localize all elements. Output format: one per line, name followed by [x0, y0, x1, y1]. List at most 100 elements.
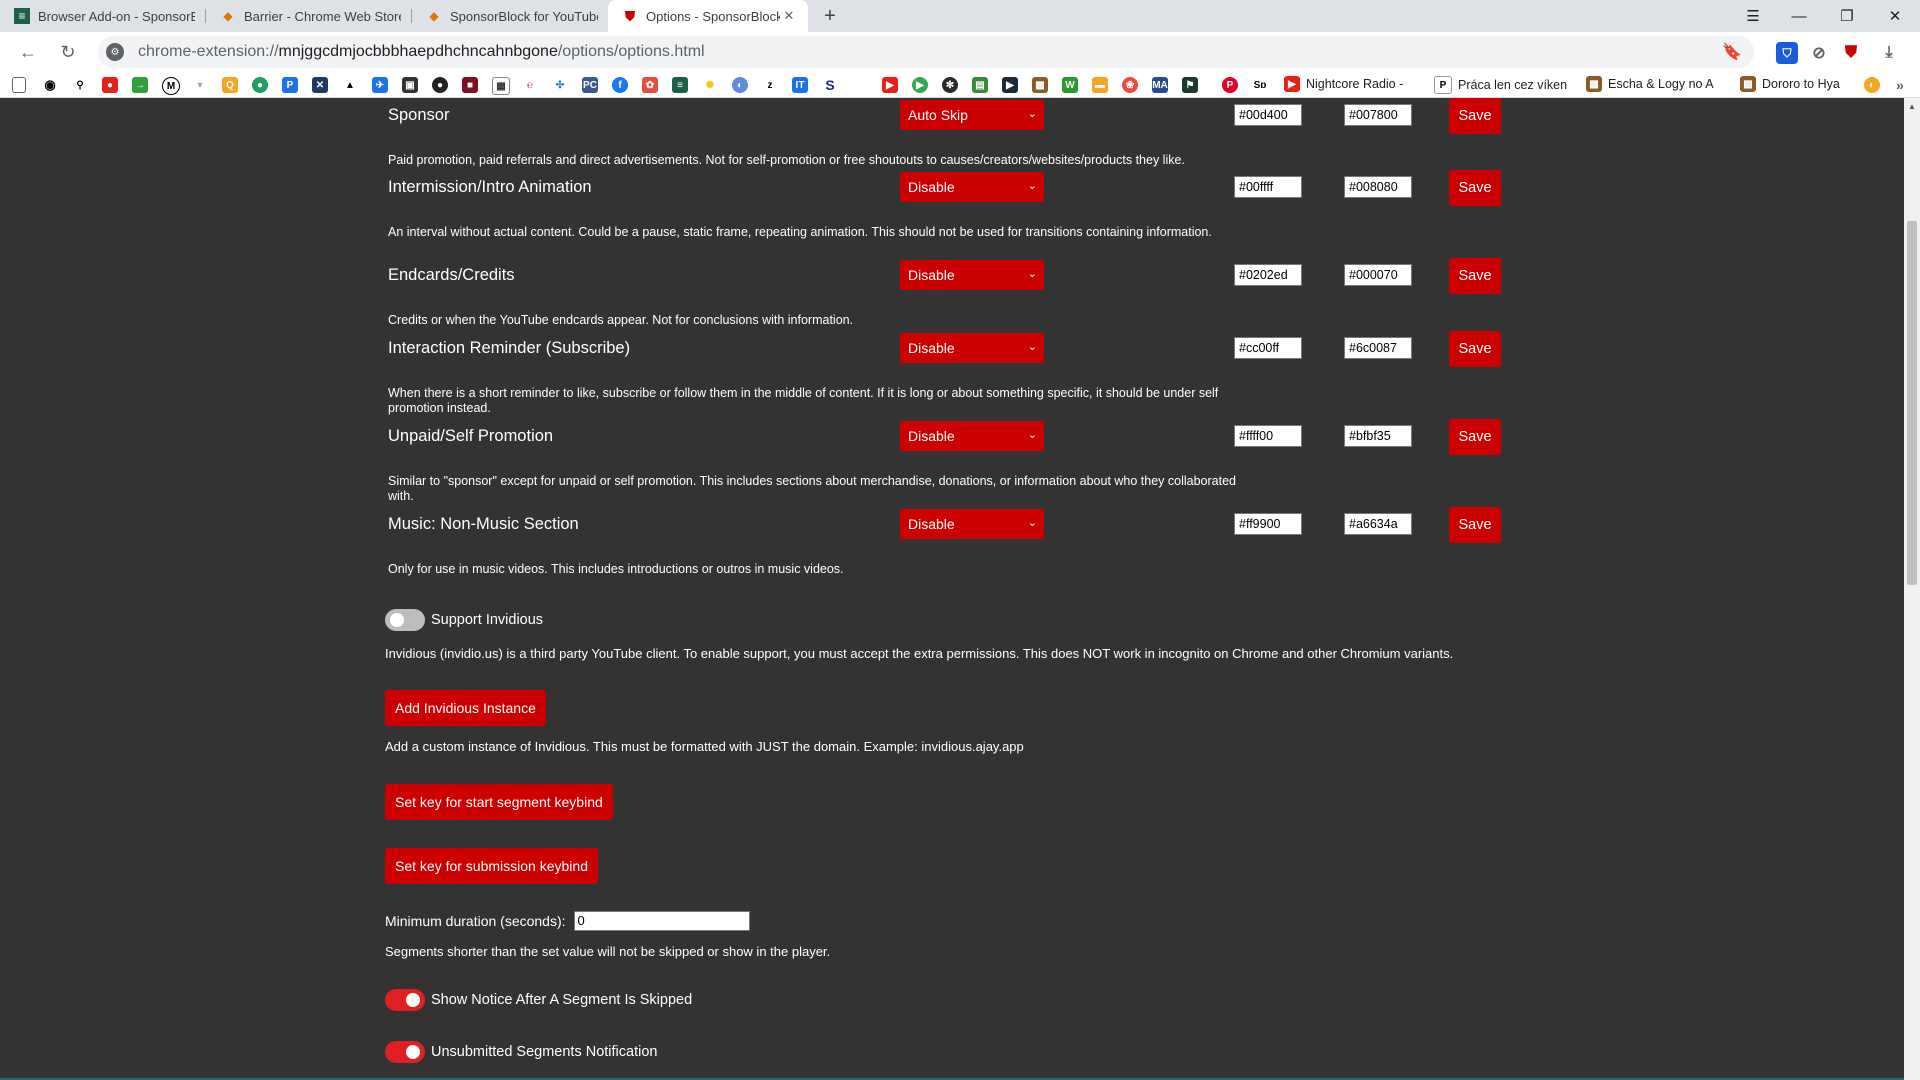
preview-color-input[interactable]: #a6634a — [1344, 513, 1412, 535]
triangle-bookmark-icon[interactable]: ▲ — [342, 77, 358, 93]
image-bookmark-icon[interactable]: ▩ — [1032, 77, 1048, 93]
scroll-up-arrow-icon[interactable]: ▲ — [1908, 102, 1916, 111]
color-input[interactable]: #00d400 — [1234, 104, 1302, 126]
bookmark-praca[interactable]: P Práca len cez víken — [1434, 76, 1567, 94]
bookmark-star-icon[interactable]: 🔖 — [1722, 42, 1742, 62]
save-button[interactable]: Save — [1449, 507, 1501, 543]
orange-bookmark-icon[interactable]: ◐ — [1864, 77, 1880, 93]
bookmark-nightcore-radio[interactable]: ▶ Nightcore Radio - — [1284, 76, 1403, 92]
category-option-select[interactable]: Disable ⌄ — [900, 260, 1044, 290]
save-button[interactable]: Save — [1449, 419, 1501, 455]
gear-bookmark-icon[interactable]: ✻ — [942, 77, 958, 93]
wiki-bookmark-icon[interactable]: ≡ — [672, 77, 688, 93]
new-tab-button[interactable]: + — [818, 4, 842, 28]
orange-search-bookmark-icon[interactable]: Q — [222, 77, 238, 93]
flag-bookmark-icon[interactable]: ⚑ — [1182, 77, 1198, 93]
eye-bookmark-icon[interactable]: ◉ — [42, 77, 58, 93]
arrow-bookmark-icon[interactable]: → — [132, 77, 148, 93]
z-bookmark-icon[interactable]: z — [762, 77, 778, 93]
blue-circle-bookmark-icon[interactable]: ◐ — [732, 77, 748, 93]
color-input[interactable]: #0202ed — [1234, 264, 1302, 286]
category-option-select[interactable]: Disable ⌄ — [900, 509, 1044, 539]
s-bookmark-icon[interactable]: S — [822, 77, 838, 93]
dark-circle-bookmark-icon[interactable]: ● — [432, 77, 448, 93]
preview-color-input[interactable]: #000070 — [1344, 264, 1412, 286]
bookmark-escha-logy[interactable]: ▩ Escha & Logy no A — [1586, 76, 1714, 92]
page-scrollbar[interactable]: ▲ — [1904, 98, 1920, 1080]
restore-icon[interactable]: ❐ — [1824, 0, 1870, 32]
submission-keybind-button[interactable]: Set key for submission keybind — [385, 848, 598, 884]
pin-bookmark-icon[interactable]: ♆ — [192, 77, 208, 93]
close-window-icon[interactable]: ✕ — [1872, 0, 1918, 32]
preview-color-input[interactable]: #007800 — [1344, 104, 1412, 126]
add-invidious-instance-button[interactable]: Add Invidious Instance — [385, 690, 546, 726]
tab-sponsorblock-youtube[interactable]: ◆ SponsorBlock for YouTube — [412, 0, 608, 32]
mal-bookmark-icon[interactable]: MA — [1152, 77, 1168, 93]
youtube-bookmark-icon[interactable]: ▶ — [882, 77, 898, 93]
tab-search-icon[interactable]: ☰ — [1730, 0, 1776, 32]
preview-color-input[interactable]: #008080 — [1344, 176, 1412, 198]
category-option-select[interactable]: Auto Skip ⌄ — [900, 100, 1044, 130]
tab-options-sponsorblock[interactable]: ⛊ Options - SponsorBlock ✕ — [608, 0, 808, 32]
color-input[interactable]: #00ffff — [1234, 176, 1302, 198]
red-square-bookmark-icon[interactable]: ■ — [462, 77, 478, 93]
folder-bookmark-icon[interactable]: ▬ — [1092, 77, 1108, 93]
color-input[interactable]: #ff9900 — [1234, 513, 1302, 535]
bulb-bookmark-icon[interactable]: ✺ — [702, 77, 718, 93]
bookmark-dororo[interactable]: ▩ Dororo to Hya — [1740, 76, 1840, 92]
m-bookmark-icon[interactable]: M — [162, 77, 180, 95]
pinterest-bookmark-icon[interactable]: P — [1222, 77, 1238, 93]
box-bookmark-icon[interactable]: ▣ — [402, 77, 418, 93]
download-icon[interactable]: ⤓ — [1878, 42, 1900, 64]
scrollbar-thumb[interactable] — [1907, 221, 1917, 585]
category-option-select[interactable]: Disable ⌄ — [900, 333, 1044, 363]
w-bookmark-icon[interactable]: W — [1062, 77, 1078, 93]
address-bar[interactable]: ⚙ chrome-extension://mnjggcdmjocbbbhaepd… — [98, 36, 1754, 68]
category-option-select[interactable]: Disable ⌄ — [900, 421, 1044, 451]
tab-browser-addon[interactable]: ≡ Browser Add-on - SponsorBl — [0, 0, 205, 32]
more-bookmarks-chevron-icon[interactable]: » — [1892, 77, 1908, 93]
page-bookmark-icon[interactable] — [12, 77, 26, 93]
back-arrow-icon[interactable]: ← — [14, 38, 42, 66]
x-bookmark-icon[interactable]: ✕ — [312, 77, 328, 93]
green-circle-bookmark-icon[interactable]: ● — [252, 77, 268, 93]
color-input[interactable]: #ffff00 — [1234, 425, 1302, 447]
preview-color-input[interactable]: #6c0087 — [1344, 337, 1412, 359]
unsubmitted-notification-toggle-switch[interactable] — [385, 1041, 425, 1063]
p-bookmark-icon[interactable]: P — [282, 77, 298, 93]
pc-bookmark-icon[interactable]: PC — [582, 77, 598, 93]
save-button[interactable]: Save — [1449, 98, 1501, 134]
reload-icon[interactable]: ↻ — [54, 38, 82, 66]
close-tab-icon[interactable]: ✕ — [780, 7, 798, 25]
sd-bookmark-icon[interactable]: Sɒ — [1252, 77, 1268, 93]
red-bookmark-icon[interactable]: ● — [102, 77, 118, 93]
min-duration-input[interactable]: 0 — [573, 911, 750, 931]
search-bookmark-icon[interactable]: ⚲ — [72, 77, 88, 93]
preview-color-input[interactable]: #bfbf35 — [1344, 425, 1412, 447]
save-button[interactable]: Save — [1449, 331, 1501, 367]
media-bookmark-icon[interactable]: ▶ — [1002, 77, 1018, 93]
cross-bookmark-icon[interactable]: ✣ — [552, 77, 568, 93]
puzzle-bookmark-icon[interactable]: ✿ — [642, 77, 658, 93]
sponsorblock-extension-icon[interactable]: ⛊ — [1840, 42, 1862, 64]
translate-bookmark-icon[interactable]: IT — [792, 77, 808, 93]
grid-bookmark-icon[interactable]: ▦ — [492, 77, 510, 95]
facebook-bookmark-icon[interactable]: f — [612, 77, 628, 93]
bitwarden-extension-icon[interactable]: ⛉ — [1776, 42, 1798, 64]
block-extension-icon[interactable]: ⊘ — [1808, 42, 1830, 64]
invidious-toggle-switch[interactable] — [385, 609, 425, 631]
sheet-bookmark-icon[interactable]: ▤ — [972, 77, 988, 93]
color-input[interactable]: #cc00ff — [1234, 337, 1302, 359]
chevron-down-icon: ⌄ — [1027, 429, 1037, 441]
save-button[interactable]: Save — [1449, 170, 1501, 206]
colorful-bookmark-icon[interactable]: ❀ — [1122, 77, 1138, 93]
save-button[interactable]: Save — [1449, 258, 1501, 294]
category-option-select[interactable]: Disable ⌄ — [900, 172, 1044, 202]
tab-barrier[interactable]: ◆ Barrier - Chrome Web Store — [206, 0, 411, 32]
start-segment-keybind-button[interactable]: Set key for start segment keybind — [385, 784, 613, 820]
play-bookmark-icon[interactable]: ▶ — [912, 77, 928, 93]
minimize-icon[interactable]: — — [1776, 0, 1822, 32]
e-bookmark-icon[interactable]: ℮ — [522, 77, 538, 93]
show-notice-toggle-switch[interactable] — [385, 989, 425, 1011]
feather-bookmark-icon[interactable]: ✈ — [372, 77, 388, 93]
